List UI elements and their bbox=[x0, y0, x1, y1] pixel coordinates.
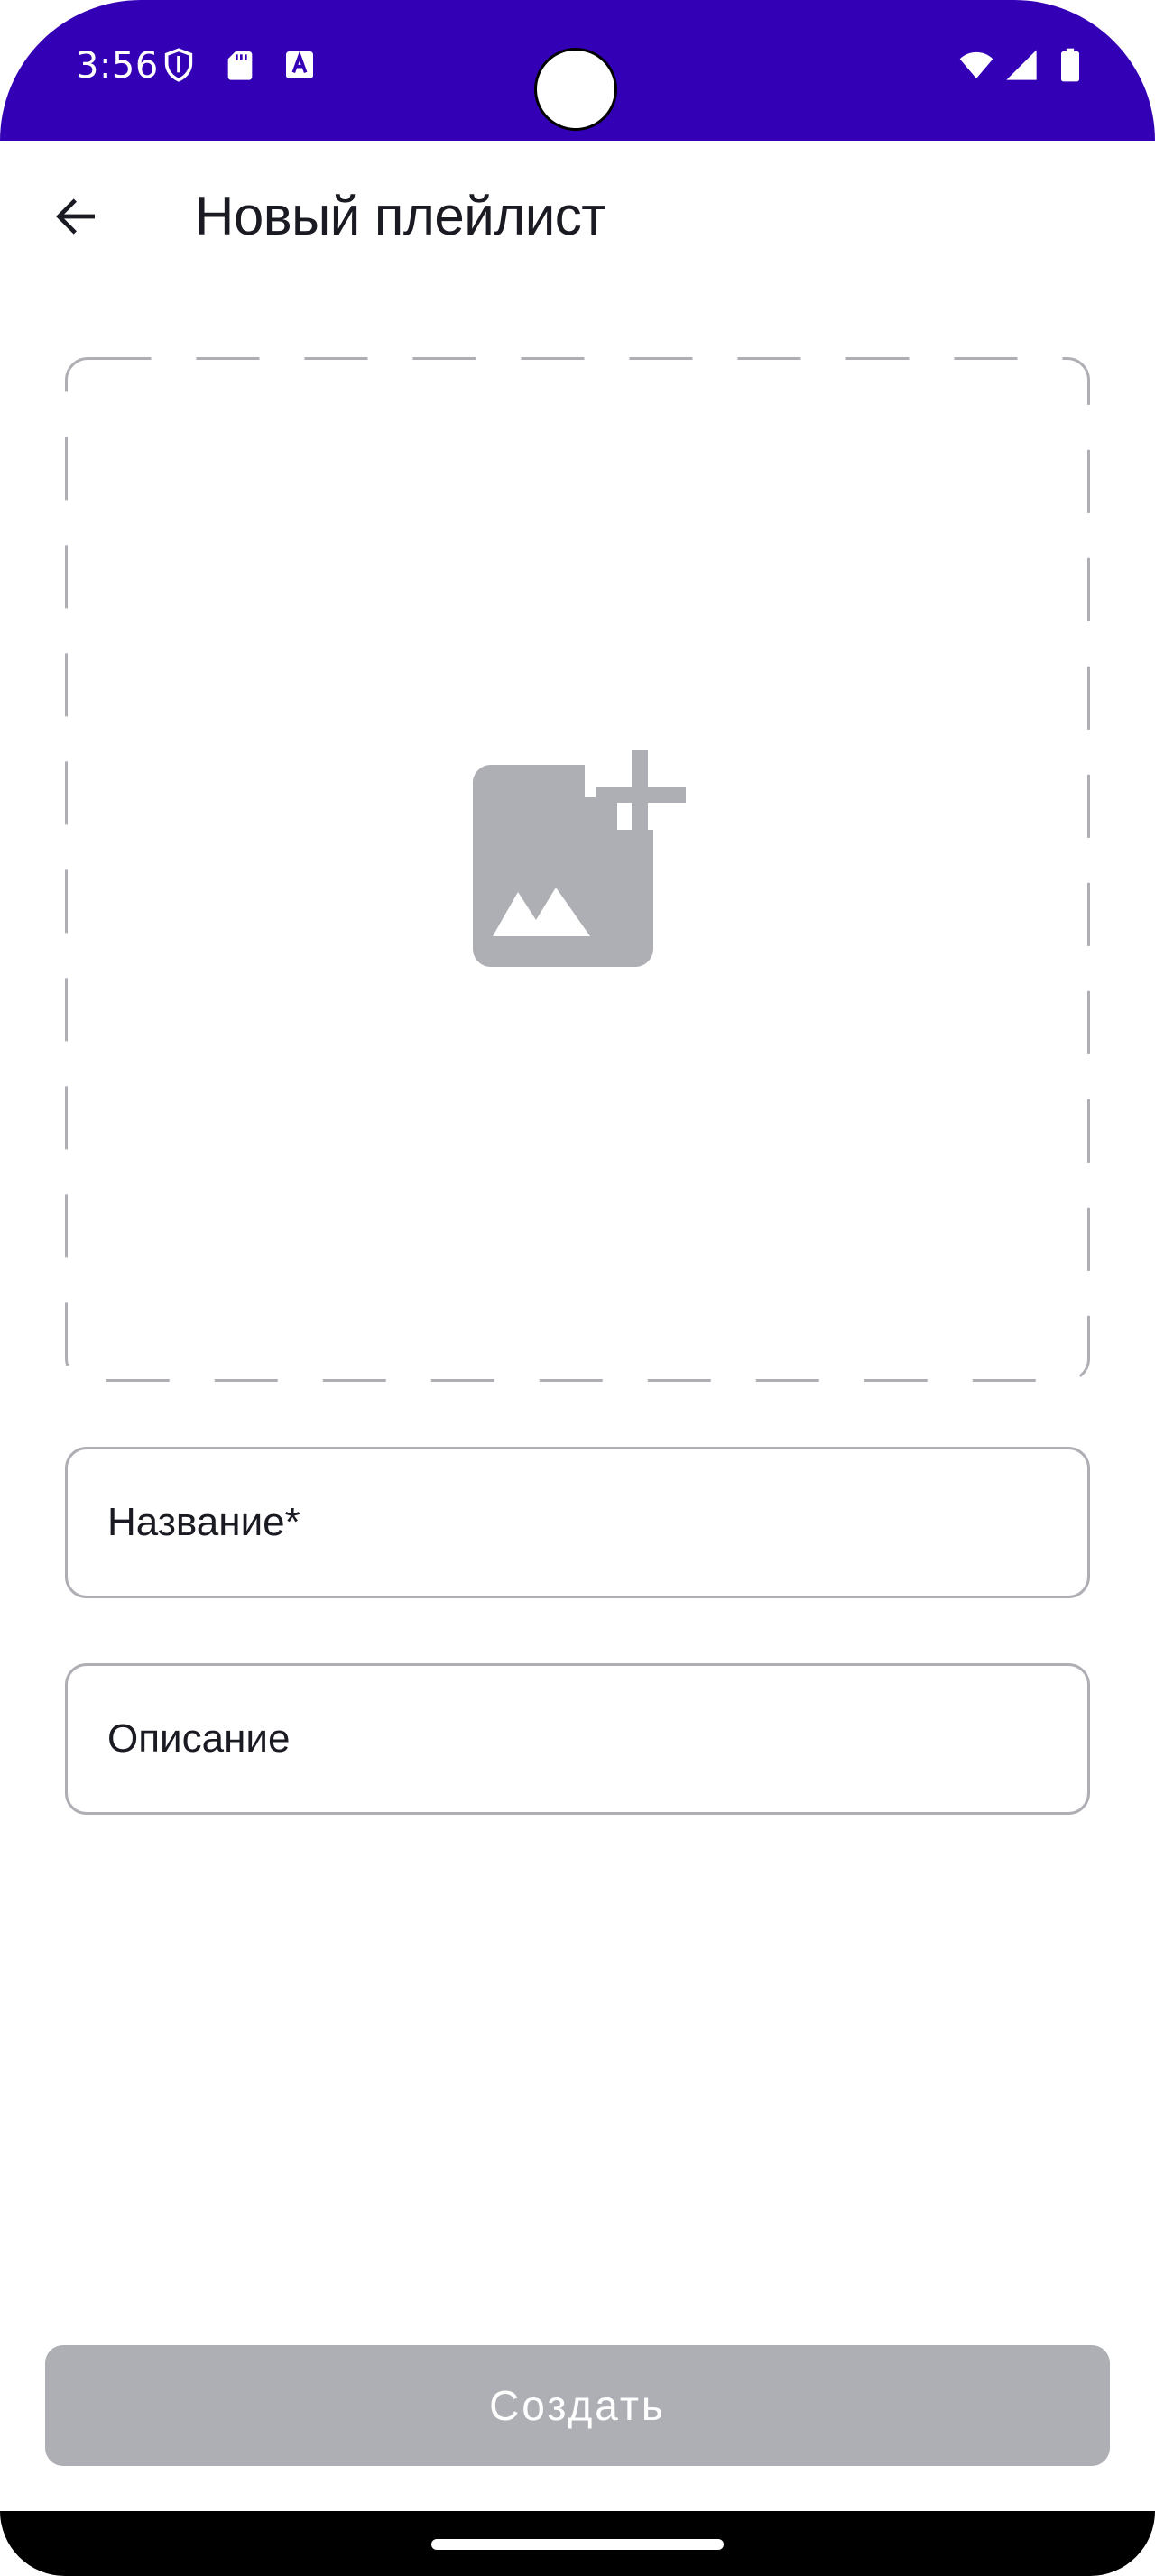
font-download-icon bbox=[286, 51, 313, 78]
page-title: Новый плейлист bbox=[195, 186, 606, 246]
playlist-cover-picker[interactable] bbox=[65, 357, 1090, 1382]
cell-signal-icon bbox=[1006, 50, 1037, 80]
camera-cutout bbox=[534, 48, 617, 131]
battery-icon bbox=[1061, 48, 1079, 82]
back-button[interactable] bbox=[43, 184, 108, 249]
add-photo-icon bbox=[473, 750, 686, 967]
home-gesture-handle[interactable] bbox=[431, 2539, 724, 2550]
playlist-name-field[interactable] bbox=[65, 1447, 1090, 1598]
create-button[interactable]: Создать bbox=[45, 2345, 1110, 2466]
shield-icon bbox=[164, 48, 193, 82]
playlist-name-input[interactable] bbox=[107, 1449, 1046, 1596]
arrow-left-icon bbox=[56, 198, 95, 235]
status-time: 3:56 bbox=[76, 45, 159, 87]
status-bar: 3:56 bbox=[0, 0, 1155, 141]
playlist-description-field[interactable] bbox=[65, 1663, 1090, 1815]
wifi-icon bbox=[959, 51, 993, 78]
sd-card-icon bbox=[227, 51, 253, 80]
playlist-description-input[interactable] bbox=[107, 1666, 1046, 1812]
